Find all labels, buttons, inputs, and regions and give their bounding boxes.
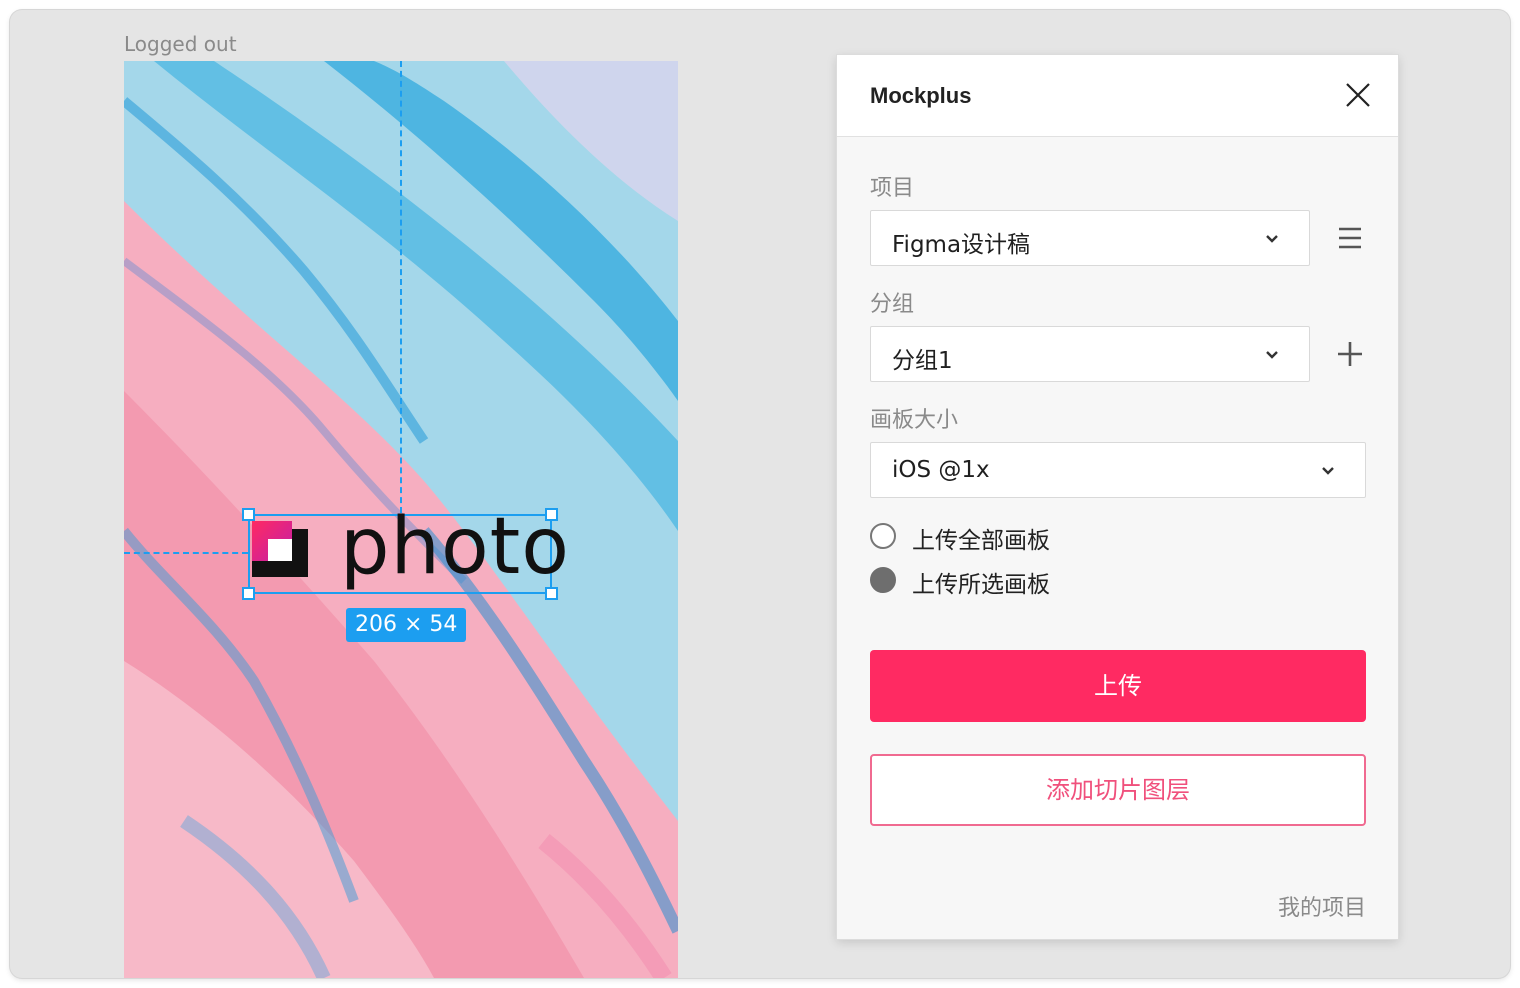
radio-button-checked[interactable] xyxy=(870,567,896,593)
frame-label[interactable]: Logged out xyxy=(124,32,237,56)
horizontal-guide-line xyxy=(124,552,248,554)
group-select-value: 分组1 xyxy=(892,348,953,374)
radio-upload-selected-label: 上传所选画板 xyxy=(912,572,1050,598)
artboard-size-select[interactable]: iOS @1x xyxy=(870,442,1366,498)
add-slice-layer-button[interactable]: 添加切片图层 xyxy=(870,754,1366,826)
chevron-down-icon xyxy=(1266,235,1278,243)
photo-logo-icon xyxy=(252,521,308,577)
project-select[interactable]: Figma设计稿 xyxy=(870,210,1310,266)
close-icon[interactable] xyxy=(1344,81,1372,109)
dimension-badge: 206 × 54 xyxy=(346,608,467,642)
panel-title: Mockplus xyxy=(870,83,972,108)
selected-logo-layer[interactable]: photo xyxy=(242,508,569,600)
mockplus-plugin-panel: Mockplus 项目 Figma设计稿 分组 分组1 画板大小 iOS @1x xyxy=(837,55,1398,939)
project-label: 项目 xyxy=(870,176,915,201)
photo-logo-text: photo xyxy=(340,502,570,592)
artboard-size-label: 画板大小 xyxy=(870,408,959,433)
resize-handle-bottom-left[interactable] xyxy=(242,587,255,600)
resize-handle-top-left[interactable] xyxy=(242,508,255,521)
chevron-down-icon xyxy=(1322,467,1334,475)
artboard-size-value: iOS @1x xyxy=(892,457,990,483)
my-projects-link[interactable]: 我的项目 xyxy=(1278,890,1366,922)
project-select-value: Figma设计稿 xyxy=(892,232,1031,258)
group-select[interactable]: 分组1 xyxy=(870,326,1310,382)
upload-button[interactable]: 上传 xyxy=(870,650,1366,722)
radio-upload-all[interactable]: 上传全部画板 xyxy=(870,521,1130,554)
app-window: Logged out photo 206 × 54 Mockplus 项目 Fi… xyxy=(10,10,1510,978)
resize-handle-top-right[interactable] xyxy=(545,508,558,521)
radio-upload-selected[interactable]: 上传所选画板 xyxy=(870,565,1130,598)
radio-upload-all-label: 上传全部画板 xyxy=(912,528,1050,554)
vertical-guide-line xyxy=(400,61,402,513)
resize-handle-bottom-right[interactable] xyxy=(545,587,558,600)
group-label: 分组 xyxy=(870,292,915,317)
artboard[interactable]: photo 206 × 54 xyxy=(124,61,678,978)
radio-button[interactable] xyxy=(870,523,896,549)
add-icon[interactable] xyxy=(1336,340,1364,368)
panel-header: Mockplus xyxy=(837,55,1398,137)
chevron-down-icon xyxy=(1266,351,1278,359)
menu-icon[interactable] xyxy=(1336,224,1364,252)
